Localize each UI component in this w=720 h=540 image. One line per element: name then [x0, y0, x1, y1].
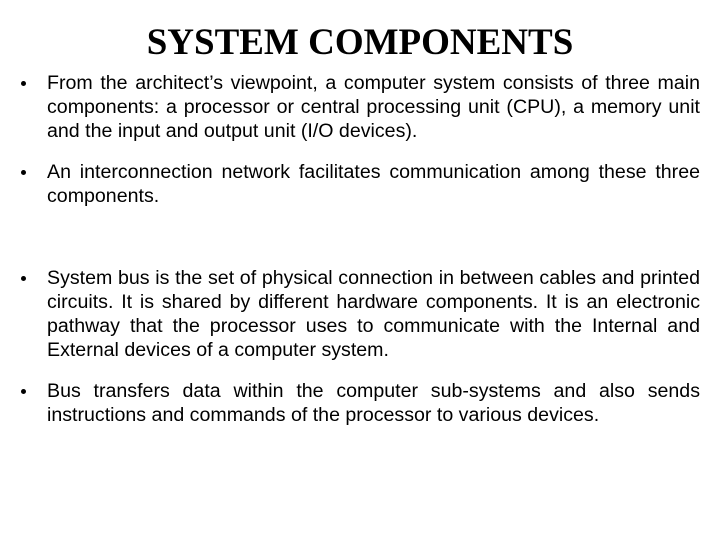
bullet-text: Bus transfers data within the computer s…	[47, 380, 700, 426]
bullet-item: System bus is the set of physical connec…	[20, 266, 700, 362]
slide-body: From the architect’s viewpoint, a comput…	[20, 71, 700, 427]
bullet-item: Bus transfers data within the computer s…	[20, 379, 700, 427]
bullet-text: From the architect’s viewpoint, a comput…	[47, 72, 700, 142]
blank-paragraph	[20, 225, 700, 249]
bullet-item: From the architect’s viewpoint, a comput…	[20, 71, 700, 143]
bullet-text: System bus is the set of physical connec…	[47, 267, 700, 361]
bullet-text: An interconnection network facilitates c…	[47, 161, 700, 207]
slide: SYSTEM COMPONENTS From the architect’s v…	[0, 0, 720, 540]
slide-title: SYSTEM COMPONENTS	[146, 22, 574, 63]
bullet-item: An interconnection network facilitates c…	[20, 160, 700, 208]
